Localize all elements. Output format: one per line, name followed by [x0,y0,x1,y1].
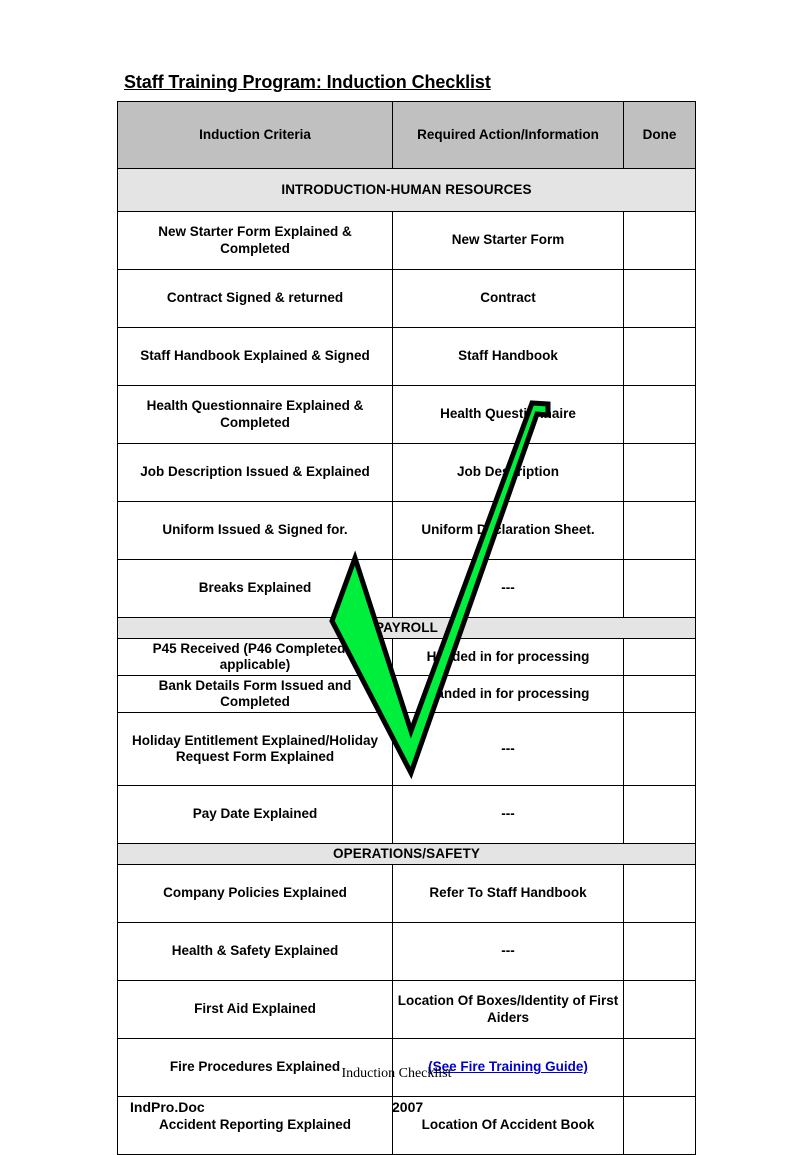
cell-action: Uniform Declaration Sheet. [392,501,624,560]
cell-action: Location Of Boxes/Identity of First Aide… [392,980,624,1039]
table-row: Uniform Issued & Signed for. Uniform Dec… [117,501,696,560]
table-row: Bank Details Form Issued and Completed H… [117,675,696,713]
cell-criteria: Company Policies Explained [117,864,393,923]
cell-done-checkbox[interactable] [623,922,696,981]
cell-criteria: Contract Signed & returned [117,269,393,328]
section-heading-row: INTRODUCTION-HUMAN RESOURCES [117,168,696,212]
cell-action: Staff Handbook [392,327,624,386]
footer-document-name: IndPro.Doc [130,1099,205,1115]
cell-done-checkbox[interactable] [623,712,696,786]
table-row: Holiday Entitlement Explained/Holiday Re… [117,712,696,786]
cell-action: New Starter Form [392,211,624,270]
cell-criteria: Bank Details Form Issued and Completed [117,675,393,713]
table-row: Staff Handbook Explained & Signed Staff … [117,327,696,386]
cell-criteria: Uniform Issued & Signed for. [117,501,393,560]
cell-criteria: Health Questionnaire Explained & Complet… [117,385,393,444]
section-heading-row: OPERATIONS/SAFETY [117,843,696,865]
cell-action: Refer To Staff Handbook [392,864,624,923]
table-row: First Aid Explained Location Of Boxes/Id… [117,980,696,1039]
section-heading-introduction: INTRODUCTION-HUMAN RESOURCES [117,168,696,212]
cell-criteria: P45 Received (P46 Completed if applicabl… [117,638,393,676]
table-row: New Starter Form Explained & Completed N… [117,211,696,270]
cell-done-checkbox[interactable] [623,559,696,618]
cell-done-checkbox[interactable] [623,638,696,676]
cell-done-checkbox[interactable] [623,501,696,560]
cell-done-checkbox[interactable] [623,211,696,270]
cell-done-checkbox[interactable] [623,864,696,923]
cell-action: --- [392,785,624,844]
cell-action: Contract [392,269,624,328]
cell-action: --- [392,922,624,981]
cell-criteria: Breaks Explained [117,559,393,618]
cell-action: Handed in for processing [392,675,624,713]
cell-criteria: Staff Handbook Explained & Signed [117,327,393,386]
table-row: Contract Signed & returned Contract [117,269,696,328]
table-row: P45 Received (P46 Completed if applicabl… [117,638,696,676]
section-heading-row: PAYROLL [117,617,696,639]
table-row: Company Policies Explained Refer To Staf… [117,864,696,923]
table-header-row: Induction Criteria Required Action/Infor… [117,101,696,169]
cell-criteria: Health & Safety Explained [117,922,393,981]
section-heading-payroll: PAYROLL [117,617,696,639]
cell-criteria: Holiday Entitlement Explained/Holiday Re… [117,712,393,786]
cell-action: --- [392,712,624,786]
cell-action: --- [392,559,624,618]
column-header-action: Required Action/Information [392,101,624,169]
cell-criteria: First Aid Explained [117,980,393,1039]
cell-action: Health Questionnaire [392,385,624,444]
section-heading-operations-safety: OPERATIONS/SAFETY [117,843,696,865]
cell-done-checkbox[interactable] [623,443,696,502]
induction-checklist-table: Induction Criteria Required Action/Infor… [117,101,696,1155]
column-header-done: Done [623,101,696,169]
cell-action: Handed in for processing [392,638,624,676]
cell-done-checkbox[interactable] [623,1096,696,1155]
cell-criteria: Job Description Issued & Explained [117,443,393,502]
cell-done-checkbox[interactable] [623,327,696,386]
cell-done-checkbox[interactable] [623,269,696,328]
table-row: Job Description Issued & Explained Job D… [117,443,696,502]
cell-done-checkbox[interactable] [623,980,696,1039]
footer-center-note: Induction Checklist [341,1066,452,1081]
cell-criteria: New Starter Form Explained & Completed [117,211,393,270]
cell-done-checkbox[interactable] [623,785,696,844]
table-row: Breaks Explained --- [117,559,696,618]
footer-year: 2007 [392,1099,424,1115]
cell-done-checkbox[interactable] [623,385,696,444]
page-title: Staff Training Program: Induction Checkl… [124,72,491,92]
table-row: Health Questionnaire Explained & Complet… [117,385,696,444]
cell-done-checkbox[interactable] [623,675,696,713]
column-header-criteria: Induction Criteria [117,101,393,169]
table-row: Pay Date Explained --- [117,785,696,844]
cell-criteria: Pay Date Explained [117,785,393,844]
cell-action: Job Description [392,443,624,502]
table-row: Health & Safety Explained --- [117,922,696,981]
cell-action: Location Of Accident Book [392,1096,624,1155]
